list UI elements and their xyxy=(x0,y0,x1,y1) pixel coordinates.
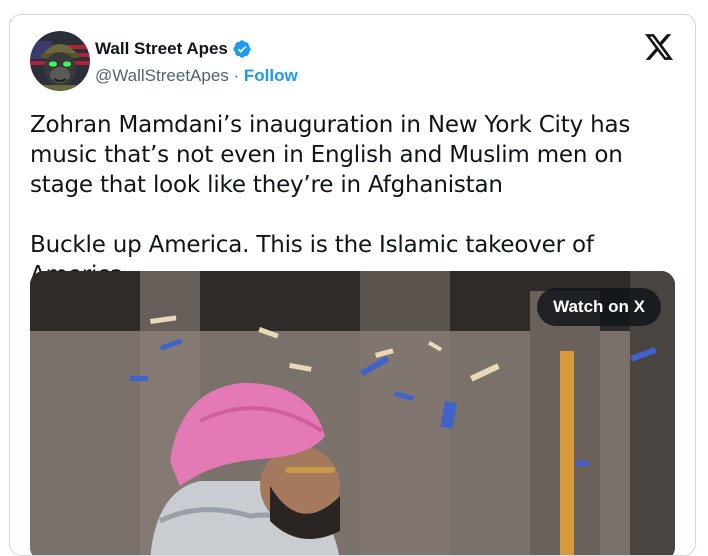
author-name-row[interactable]: Wall Street Apes xyxy=(95,39,252,59)
follow-button[interactable]: Follow xyxy=(244,66,298,86)
author-display-name[interactable]: Wall Street Apes xyxy=(95,39,228,59)
x-logo-icon[interactable] xyxy=(645,34,673,60)
tweet-card[interactable]: Wall Street Apes @WallStreetApes · Follo… xyxy=(9,14,696,556)
author-handle-row: @WallStreetApes · Follow xyxy=(95,66,298,86)
watch-on-x-button[interactable]: Watch on X xyxy=(537,288,661,326)
gorilla-avatar-icon xyxy=(30,31,90,91)
tweet-text: Zohran Mamdani’s inauguration in New Yor… xyxy=(30,112,631,288)
handle-separator: · xyxy=(228,66,244,85)
video-media[interactable]: Watch on X xyxy=(30,271,675,555)
author-handle[interactable]: @WallStreetApes xyxy=(95,66,229,86)
verified-badge-icon xyxy=(233,40,251,58)
avatar[interactable] xyxy=(30,31,90,91)
